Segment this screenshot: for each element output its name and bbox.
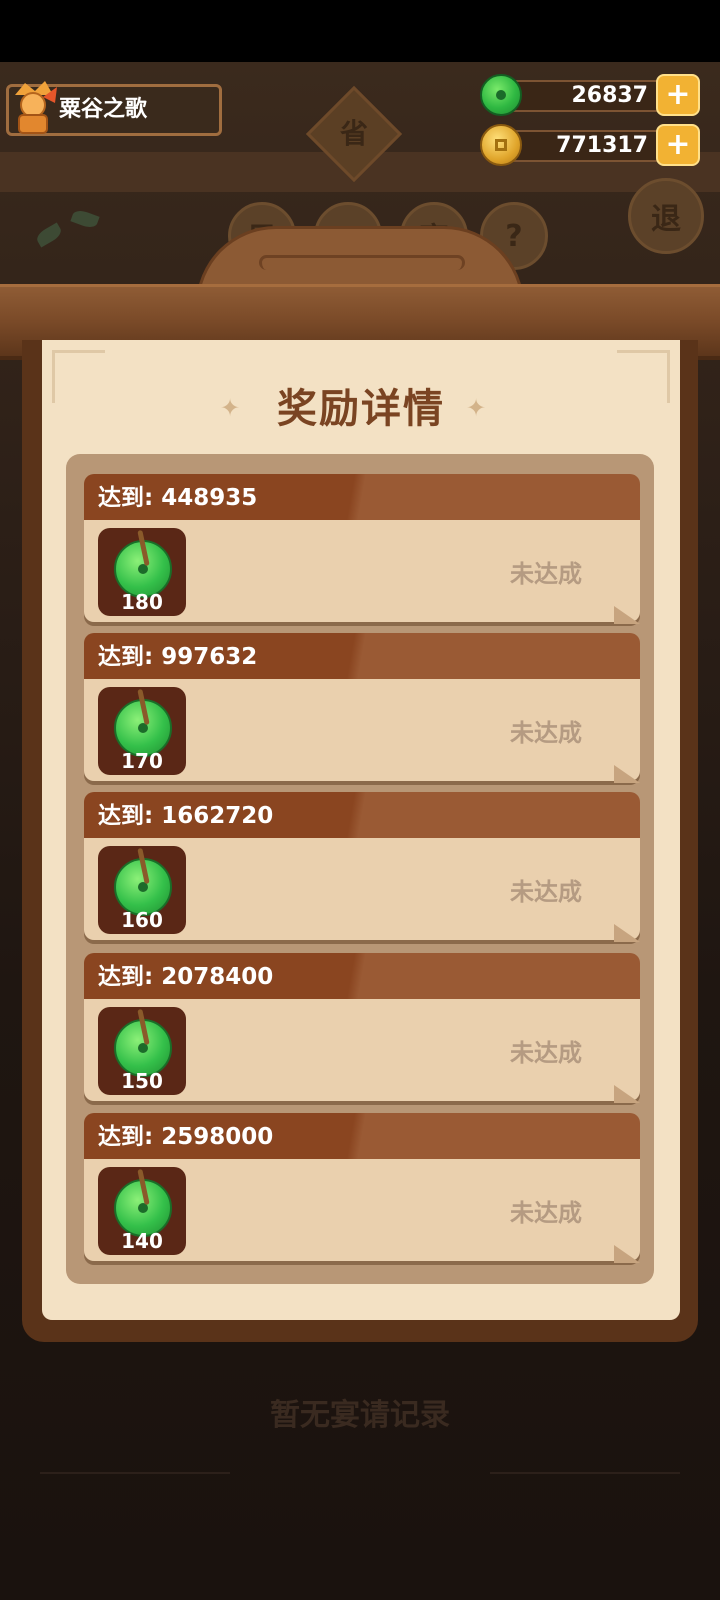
coin-currency: 771317 + xyxy=(480,124,700,168)
reward-card: 达到: 2598000 140 未达成 xyxy=(84,1113,640,1263)
player-avatar-icon xyxy=(15,81,57,134)
exit-button: 退 xyxy=(628,178,704,254)
reward-quantity: 150 xyxy=(121,1069,163,1093)
reward-card-body: 160 未达成 xyxy=(84,838,640,942)
reward-item[interactable]: 160 xyxy=(98,846,186,934)
reward-status: 未达成 xyxy=(510,719,582,747)
reward-card: 达到: 1662720 160 未达成 xyxy=(84,792,640,942)
reward-card-header: 达到: 2598000 xyxy=(84,1113,640,1159)
reward-card: 达到: 2078400 150 未达成 xyxy=(84,953,640,1103)
page-fold xyxy=(614,606,640,624)
reward-threshold: 达到: 448935 xyxy=(98,485,258,511)
reward-status: 未达成 xyxy=(510,1039,582,1067)
province-label: 省 xyxy=(339,117,368,150)
leaf-icon xyxy=(70,207,100,231)
jade-icon xyxy=(480,74,522,116)
reward-item[interactable]: 180 xyxy=(98,528,186,616)
jade-amount: 26837 xyxy=(571,83,648,108)
reward-quantity: 180 xyxy=(121,590,163,614)
reward-quantity: 160 xyxy=(121,908,163,932)
reward-quantity: 170 xyxy=(121,749,163,773)
player-badge[interactable]: 粟谷之歌 xyxy=(6,81,222,136)
reward-card-body: 140 未达成 xyxy=(84,1159,640,1263)
reward-card-body: 150 未达成 xyxy=(84,999,640,1103)
title-ornament-icon: ✦ xyxy=(466,394,487,422)
reward-card-header: 达到: 1662720 xyxy=(84,792,640,838)
divider xyxy=(40,1472,230,1474)
panel-title: 奖励详情 xyxy=(277,386,445,432)
reward-card-header: 达到: 448935 xyxy=(84,474,640,520)
reward-status: 未达成 xyxy=(510,1199,582,1227)
divider xyxy=(490,1472,680,1474)
page-fold xyxy=(614,1085,640,1103)
leaf-icon xyxy=(34,222,64,248)
reward-card: 达到: 448935 180 未达成 xyxy=(84,474,640,624)
coin-icon xyxy=(480,124,522,166)
reward-card-body: 170 未达成 xyxy=(84,679,640,783)
reward-quantity: 140 xyxy=(121,1229,163,1253)
player-name: 粟谷之歌 xyxy=(59,97,148,122)
page-fold xyxy=(614,765,640,783)
reward-item[interactable]: 140 xyxy=(98,1167,186,1255)
plus-icon: + xyxy=(665,127,691,162)
reward-status: 未达成 xyxy=(510,560,582,588)
reward-threshold: 达到: 2078400 xyxy=(98,964,274,990)
page-fold xyxy=(614,924,640,942)
reward-item[interactable]: 170 xyxy=(98,687,186,775)
reward-threshold: 达到: 1662720 xyxy=(98,803,274,829)
reward-card-body: 180 未达成 xyxy=(84,520,640,624)
reward-list[interactable]: 达到: 448935 180 未达成 达到: 997632 170 未达成 达到… xyxy=(66,454,654,1284)
add-jade-button[interactable]: + xyxy=(656,74,700,116)
reward-card-header: 达到: 2078400 xyxy=(84,953,640,999)
reward-card-header: 达到: 997632 xyxy=(84,633,640,679)
plus-icon: + xyxy=(665,77,691,112)
reward-card: 达到: 997632 170 未达成 xyxy=(84,633,640,783)
reward-threshold: 达到: 2598000 xyxy=(98,1124,274,1150)
add-coin-button[interactable]: + xyxy=(656,124,700,166)
empty-banquet-text: 暂无宴请记录 xyxy=(270,1398,450,1433)
reward-panel: ✦ 奖励详情 ✦ 达到: 448935 180 未达成 达到: 997632 1… xyxy=(42,340,680,1320)
reward-item[interactable]: 150 xyxy=(98,1007,186,1095)
status-bar xyxy=(0,0,720,62)
coin-amount: 771317 xyxy=(556,133,648,158)
reward-threshold: 达到: 997632 xyxy=(98,644,258,670)
reward-status: 未达成 xyxy=(510,878,582,906)
page-fold xyxy=(614,1245,640,1263)
jade-currency: 26837 + xyxy=(480,74,700,118)
